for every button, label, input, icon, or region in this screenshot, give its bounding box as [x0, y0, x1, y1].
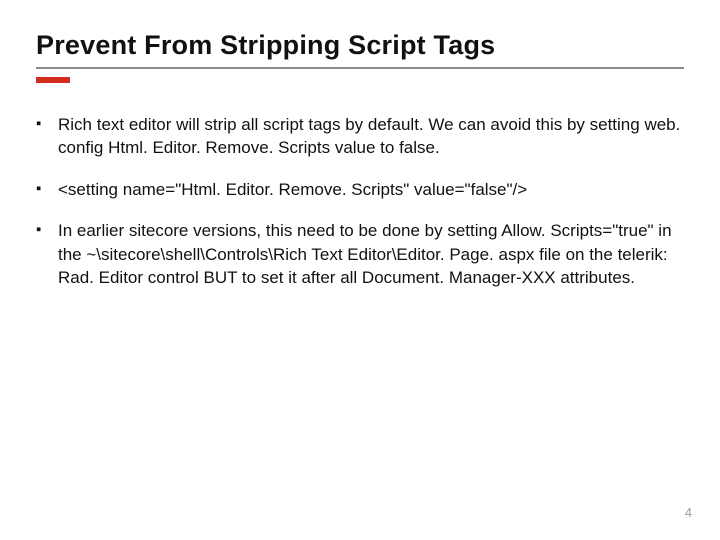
accent-bar [36, 77, 70, 83]
bullet-item: <setting name="Html. Editor. Remove. Scr… [36, 178, 684, 201]
bullet-item: Rich text editor will strip all script t… [36, 113, 684, 160]
bullet-list: Rich text editor will strip all script t… [36, 113, 684, 290]
bullet-item: In earlier sitecore versions, this need … [36, 219, 684, 289]
content-area: Rich text editor will strip all script t… [36, 113, 684, 290]
page-number: 4 [685, 505, 692, 520]
slide-title: Prevent From Stripping Script Tags [36, 30, 684, 61]
title-wrap: Prevent From Stripping Script Tags [36, 30, 684, 69]
slide: Prevent From Stripping Script Tags Rich … [0, 0, 720, 540]
